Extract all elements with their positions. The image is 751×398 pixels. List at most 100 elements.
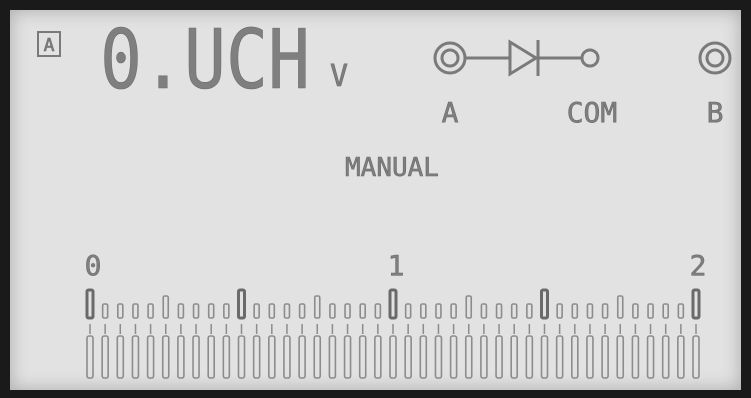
scale-tick: [465, 295, 473, 319]
scale-tick: [223, 303, 230, 319]
bar-segment: [237, 335, 246, 379]
scale-tick: [526, 303, 533, 319]
scale-tick: [495, 303, 503, 319]
scale-tick: [313, 295, 321, 319]
bar-segment: [146, 335, 155, 379]
scale-tick: [647, 303, 654, 319]
scale-tick: [237, 288, 246, 320]
scale-tick: [344, 303, 351, 319]
scale-tick: [601, 303, 609, 319]
scale-tick: [207, 303, 215, 319]
bar-segment: [434, 335, 443, 379]
scale-tick: [162, 295, 170, 319]
scale-tick: [540, 288, 549, 320]
bar-segment: [570, 335, 579, 379]
scale-tick: [192, 303, 200, 319]
scale-tick: [662, 303, 670, 319]
scale-tick: [329, 303, 336, 319]
bar-segment: [677, 335, 685, 379]
lcd-display: A 0.UCH V A COM B MANUAL 0 1 2: [10, 10, 741, 390]
bar-segment: [661, 335, 670, 379]
bar-segment: [222, 335, 231, 379]
bar-segment: [358, 335, 367, 379]
scale-tick: [677, 303, 685, 319]
scale-label-0: 0: [85, 249, 102, 282]
scale-tick: [283, 303, 291, 319]
scale-tick: [510, 303, 518, 319]
bar-segment: [555, 335, 564, 379]
scale-tick: [374, 303, 382, 319]
bar-segment: [389, 335, 397, 379]
scale-tick: [571, 303, 579, 319]
scale-tick: [419, 303, 427, 319]
scale-tick: [450, 303, 457, 319]
bar-segment: [616, 335, 625, 379]
bargraph-scale: [85, 288, 701, 320]
bar-segment: [631, 335, 640, 379]
bar-segment: [192, 335, 200, 379]
scale-tick: [85, 288, 95, 320]
bar-segment: [161, 335, 170, 379]
bar-segment: [525, 335, 534, 379]
scale-tick: [404, 303, 412, 319]
bar-segment: [510, 335, 519, 379]
terminal-a-label: A: [442, 96, 459, 129]
bar-segment: [131, 335, 140, 379]
scale-tick: [298, 303, 306, 319]
scale-tick: [435, 303, 442, 319]
scale-tick: [586, 303, 594, 319]
diode-icon: [465, 39, 600, 77]
scale-label-2: 2: [690, 249, 707, 282]
terminal-a-icon: [433, 41, 467, 75]
bar-segment: [283, 335, 291, 379]
scale-tick: [253, 303, 260, 319]
bar-segment: [177, 335, 185, 379]
bar-segment: [207, 335, 215, 379]
bar-segment: [343, 335, 352, 379]
bar-segment: [449, 335, 458, 379]
bar-segment: [252, 335, 261, 379]
scale-tick: [632, 303, 639, 319]
scale-tick: [388, 288, 398, 320]
bar-segment: [86, 335, 94, 379]
bar-segment: [404, 335, 412, 379]
scale-tick: [268, 303, 276, 319]
terminal-b-icon: [698, 41, 732, 75]
bar-segment: [267, 335, 276, 379]
scale-tick: [177, 303, 185, 319]
bar-segment: [298, 335, 306, 379]
bar-segment: [586, 335, 594, 379]
bar-segment: [646, 335, 655, 379]
bar-segment: [101, 335, 109, 379]
range-indicator-label: A: [44, 35, 55, 56]
lcd-svg: A 0.UCH V A COM B MANUAL 0 1 2: [37, 13, 732, 379]
bar-segment: [495, 335, 503, 379]
bar-segment: [464, 335, 473, 379]
scale-label-1: 1: [388, 249, 405, 282]
bar-segment: [116, 335, 125, 379]
bar-segment: [419, 335, 428, 379]
bar-segment: [540, 335, 549, 379]
scale-tick: [616, 295, 624, 319]
bar-segment: [480, 335, 488, 379]
unit-label: V: [330, 59, 348, 94]
bar-segment: [601, 335, 609, 379]
main-reading: 0.UCH: [100, 13, 310, 108]
scale-tick: [691, 288, 701, 320]
scale-tick: [101, 303, 109, 319]
scale-tick: [556, 303, 563, 319]
scale-tick: [147, 303, 154, 319]
bar-segment: [692, 335, 700, 379]
scale-tick: [480, 303, 488, 319]
mode-label: MANUAL: [345, 153, 439, 183]
scale-tick: [132, 303, 139, 319]
terminal-b-label: B: [707, 96, 724, 129]
bar-segment: [313, 335, 322, 379]
scale-tick: [117, 303, 124, 319]
scale-tick: [359, 303, 367, 319]
bar-segment: [328, 335, 337, 379]
bargraph-segments: [86, 324, 700, 379]
bar-segment: [374, 335, 382, 379]
terminal-com-label: COM: [567, 96, 618, 129]
range-indicator: A: [37, 31, 61, 57]
